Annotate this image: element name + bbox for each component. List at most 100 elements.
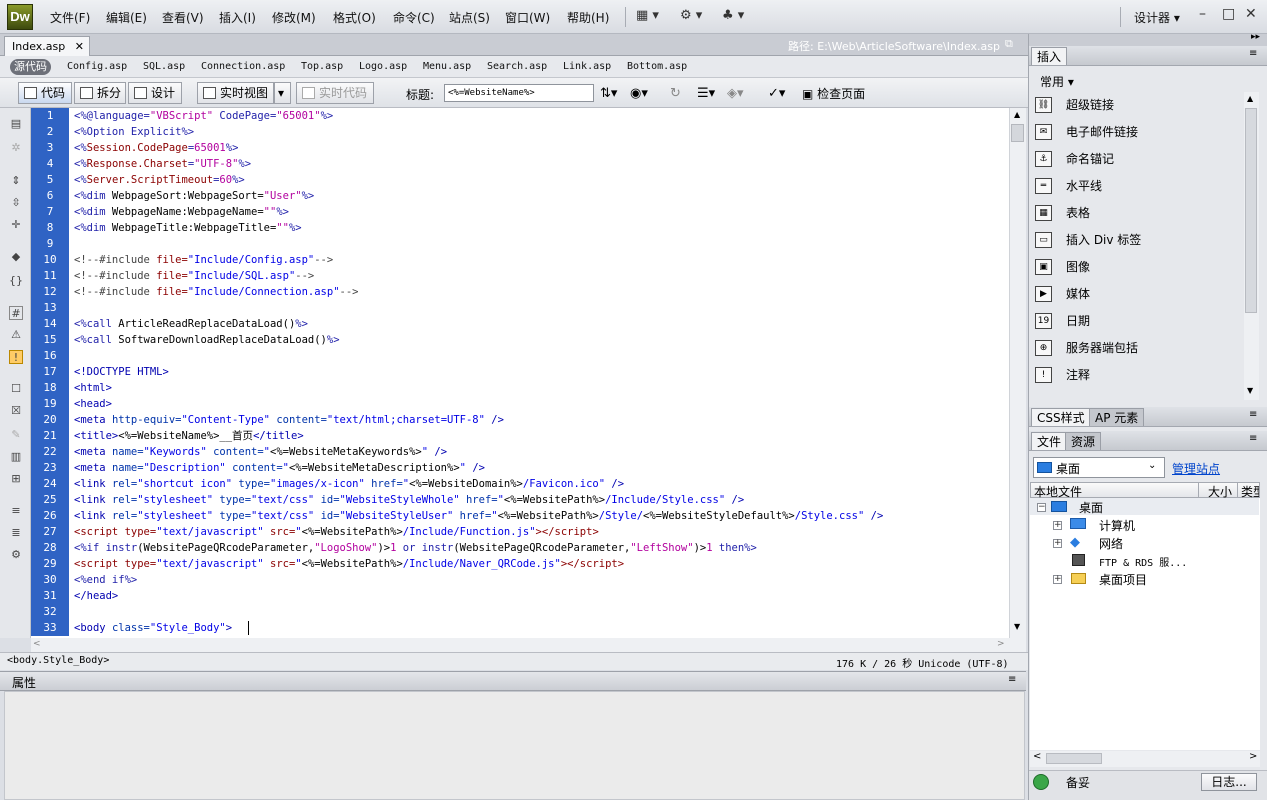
- line-number[interactable]: 3: [31, 140, 69, 156]
- select-parent-tag-icon[interactable]: ◆: [9, 250, 23, 264]
- insert-item[interactable]: ▦ 表格: [1035, 203, 1240, 223]
- related-file-bottom[interactable]: Bottom.asp: [627, 61, 687, 72]
- visual-aids-icon[interactable]: ◈▾: [727, 86, 744, 101]
- line-number[interactable]: 21: [31, 428, 69, 444]
- line-number[interactable]: 6: [31, 188, 69, 204]
- log-button[interactable]: 日志...: [1201, 773, 1257, 791]
- menu-window[interactable]: 窗口(W): [505, 9, 550, 26]
- panel-menu-icon[interactable]: ≡: [1249, 433, 1257, 444]
- layout-icon[interactable]: ▦ ▾: [636, 8, 659, 23]
- line-number[interactable]: 4: [31, 156, 69, 172]
- insert-item[interactable]: ▭ 插入 Div 标签: [1035, 230, 1240, 250]
- format-source-icon[interactable]: ⚙: [9, 548, 23, 562]
- line-number[interactable]: 28: [31, 540, 69, 556]
- related-file-search[interactable]: Search.asp: [487, 61, 547, 72]
- expand-icon[interactable]: +: [1053, 575, 1062, 584]
- collapse-selection-icon[interactable]: ⇳: [9, 196, 23, 210]
- tab-index-asp[interactable]: Index.asp ✕: [4, 36, 90, 56]
- line-number[interactable]: 15: [31, 332, 69, 348]
- insert-item[interactable]: ! 注释: [1035, 365, 1240, 385]
- tab-ap-elements[interactable]: AP 元素: [1089, 408, 1145, 426]
- code-line[interactable]: <%dim WebpageTitle:WebpageTitle=""%>: [74, 220, 302, 236]
- gear-icon[interactable]: ⚙ ▾: [680, 8, 702, 23]
- design-view-button[interactable]: 设计: [128, 82, 182, 104]
- menu-site[interactable]: 站点(S): [449, 9, 490, 26]
- code-line[interactable]: <%Session.CodePage=65001%>: [74, 140, 238, 156]
- split-view-button[interactable]: 拆分: [74, 82, 126, 104]
- code-line[interactable]: <!--#include file="Include/Connection.as…: [74, 284, 358, 300]
- panel-menu-icon[interactable]: ≡: [1249, 48, 1257, 59]
- code-line[interactable]: <head>: [74, 396, 112, 412]
- related-file-sql[interactable]: SQL.asp: [143, 61, 185, 72]
- related-file-logo[interactable]: Logo.asp: [359, 61, 407, 72]
- validate-markup-icon[interactable]: ✓▾: [768, 86, 785, 101]
- line-number[interactable]: 22: [31, 444, 69, 460]
- line-number[interactable]: 13: [31, 300, 69, 316]
- scroll-right-icon[interactable]: >: [1249, 751, 1257, 762]
- insert-item[interactable]: ▶ 媒体: [1035, 284, 1240, 304]
- menu-edit[interactable]: 编辑(E): [106, 9, 147, 26]
- code-line[interactable]: <meta name="Description" content="<%=Web…: [74, 460, 485, 476]
- related-file-menu[interactable]: Menu.asp: [423, 61, 471, 72]
- line-number[interactable]: 14: [31, 316, 69, 332]
- line-number[interactable]: 11: [31, 268, 69, 284]
- scroll-thumb[interactable]: [1046, 753, 1102, 764]
- title-input[interactable]: <%=WebsiteName%>: [444, 84, 594, 102]
- line-number[interactable]: 20: [31, 412, 69, 428]
- expand-icon[interactable]: +: [1053, 539, 1062, 548]
- line-number[interactable]: 2: [31, 124, 69, 140]
- line-number[interactable]: 31: [31, 588, 69, 604]
- live-view-button[interactable]: 实时视图: [197, 82, 274, 104]
- close-icon[interactable]: ✕: [1245, 6, 1257, 22]
- line-number[interactable]: 25: [31, 492, 69, 508]
- outdent-icon[interactable]: ≣: [9, 526, 23, 540]
- tab-insert[interactable]: 插入: [1031, 47, 1068, 65]
- code-line[interactable]: <!--#include file="Include/Config.asp"--…: [74, 252, 333, 268]
- minimize-icon[interactable]: –: [1199, 6, 1206, 22]
- expand-all-icon[interactable]: ✛: [9, 218, 23, 232]
- insert-item[interactable]: ⛓ 超级链接: [1035, 95, 1240, 115]
- code-line[interactable]: <%end if%>: [74, 572, 137, 588]
- menu-commands[interactable]: 命令(C): [393, 9, 435, 26]
- properties-panel-header[interactable]: 属性 ≡: [0, 671, 1026, 691]
- menu-format[interactable]: 格式(O): [333, 9, 376, 26]
- line-number[interactable]: 10: [31, 252, 69, 268]
- code-line[interactable]: <link rel="stylesheet" type="text/css" i…: [74, 508, 883, 524]
- line-numbers-icon[interactable]: #: [9, 306, 23, 320]
- apply-comment-icon[interactable]: ☐: [9, 382, 23, 396]
- scroll-left-icon[interactable]: <: [1033, 751, 1041, 762]
- scroll-up-icon[interactable]: ▲: [1247, 94, 1253, 103]
- tree-item-network[interactable]: 网络: [1099, 535, 1123, 552]
- check-page-button[interactable]: ▣ 检查页面: [802, 85, 865, 102]
- code-line[interactable]: <script type="text/javascript" src="<%=W…: [74, 556, 624, 572]
- restore-icon[interactable]: ⧉: [1005, 37, 1013, 51]
- line-number[interactable]: 5: [31, 172, 69, 188]
- refresh-icon[interactable]: ↻: [670, 86, 681, 101]
- scroll-up-icon[interactable]: ▲: [1014, 110, 1020, 119]
- insert-item[interactable]: ⊕ 服务器端包括: [1035, 338, 1240, 358]
- code-line[interactable]: <%Server.ScriptTimeout=60%>: [74, 172, 245, 188]
- remove-comment-icon[interactable]: ☒: [9, 404, 23, 418]
- line-number[interactable]: 9: [31, 236, 69, 252]
- expand-icon[interactable]: +: [1053, 521, 1062, 530]
- tab-files[interactable]: 文件: [1031, 432, 1068, 450]
- line-number[interactable]: 26: [31, 508, 69, 524]
- code-line[interactable]: <%Option Explicit%>: [74, 124, 194, 140]
- code-line[interactable]: <meta name="Keywords" content="<%=Websit…: [74, 444, 447, 460]
- recent-snippets-icon[interactable]: ▥: [9, 450, 23, 464]
- scroll-thumb[interactable]: [1011, 124, 1024, 142]
- open-documents-icon[interactable]: ▤: [9, 117, 23, 131]
- wrap-tag-icon[interactable]: ✎: [9, 428, 23, 442]
- tree-item-computer[interactable]: 计算机: [1099, 517, 1135, 534]
- code-line[interactable]: <meta http-equiv="Content-Type" content=…: [74, 412, 504, 428]
- line-number[interactable]: 17: [31, 364, 69, 380]
- line-number[interactable]: 29: [31, 556, 69, 572]
- show-code-navigator-icon[interactable]: ✲: [9, 141, 23, 155]
- line-number[interactable]: 16: [31, 348, 69, 364]
- line-number[interactable]: 7: [31, 204, 69, 220]
- tab-assets[interactable]: 资源: [1065, 432, 1102, 450]
- scroll-right-icon[interactable]: >: [997, 639, 1005, 649]
- live-view-dropdown[interactable]: ▾: [274, 82, 291, 104]
- panel-menu-icon[interactable]: ≡: [1249, 409, 1257, 420]
- site-icon[interactable]: ♣ ▾: [722, 8, 744, 23]
